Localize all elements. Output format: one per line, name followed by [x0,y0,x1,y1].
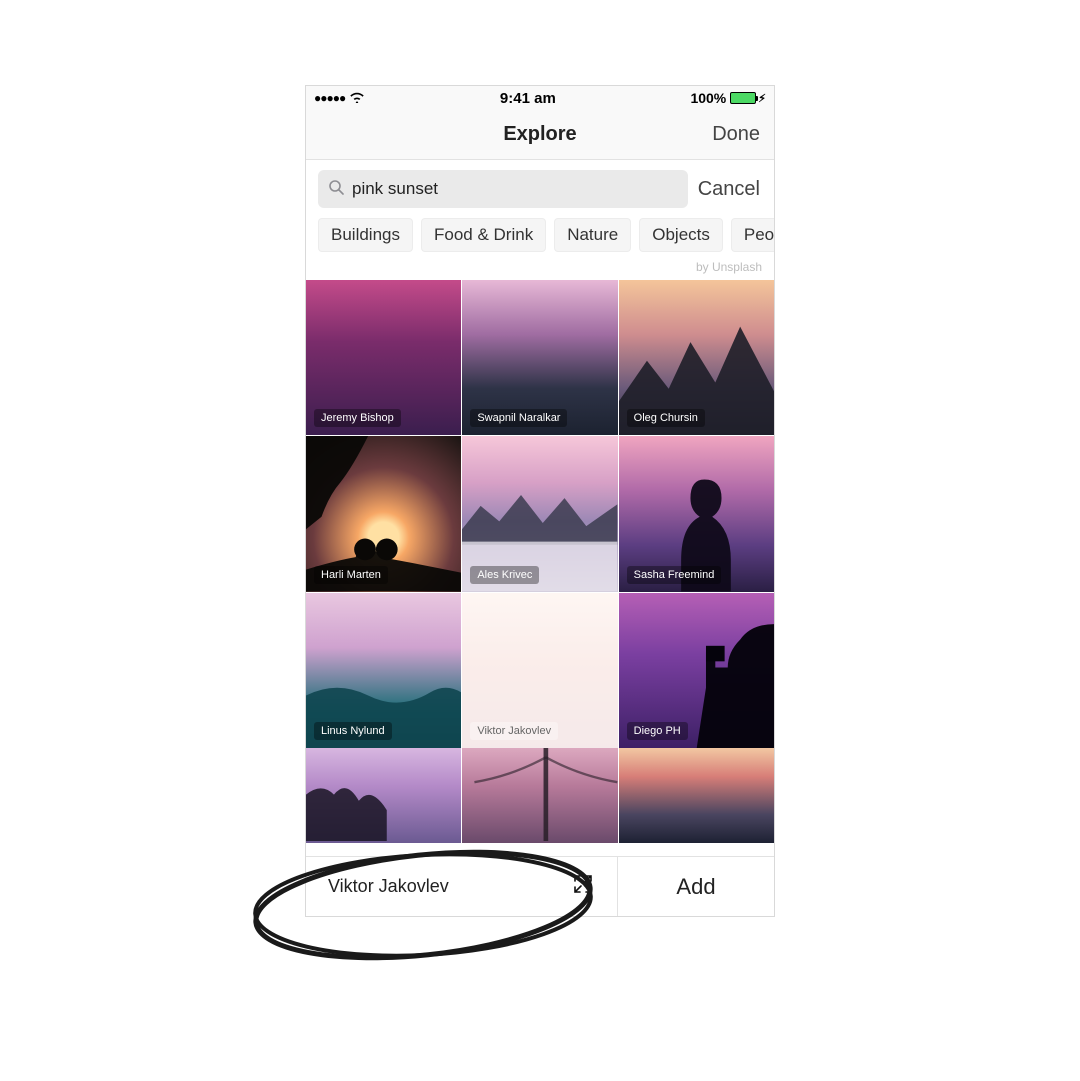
photo-credit: Ales Krivec [470,566,539,584]
chip-objects[interactable]: Objects [639,218,723,252]
done-button[interactable]: Done [712,123,760,146]
photo-credit: Harli Marten [314,566,388,584]
search-row: Cancel [306,160,774,216]
chip-food-drink[interactable]: Food & Drink [421,218,546,252]
category-chips: Buildings Food & Drink Nature Objects Pe… [306,216,774,254]
photo-tile[interactable]: Jeremy Bishop [306,280,461,435]
photo-credit: Linus Nylund [314,722,392,740]
search-input[interactable] [352,179,678,199]
search-box[interactable] [318,170,688,208]
expand-icon[interactable] [571,872,595,901]
photo-tile[interactable]: Swapnil Naralkar [462,280,617,435]
photo-tile[interactable]: Sasha Freemind [619,436,774,591]
photo-credit: Swapnil Naralkar [470,409,567,427]
photo-tile[interactable]: Linus Nylund [306,593,461,748]
status-time: 9:41 am [500,90,556,107]
add-button[interactable]: Add [618,857,774,916]
bottom-bar: Viktor Jakovlev Add [306,856,774,916]
chip-buildings[interactable]: Buildings [318,218,413,252]
search-icon [328,179,344,200]
chip-people[interactable]: People [731,218,774,252]
photo-tile[interactable]: Harli Marten [306,436,461,591]
photo-tile[interactable] [619,748,774,843]
photo-credit: Diego PH [627,722,688,740]
photo-grid-row4 [306,748,774,843]
phone-frame: ●●●●● 9:41 am 100% ⚡︎ Explore Done Cance… [305,85,775,917]
photo-tile-selected[interactable]: Viktor Jakovlev [462,593,617,748]
signal-dots-icon: ●●●●● [314,91,345,105]
attribution-label: by Unsplash [306,254,774,280]
chip-nature[interactable]: Nature [554,218,631,252]
battery-icon [730,92,756,104]
wifi-icon [349,90,365,107]
photo-credit: Viktor Jakovlev [470,722,558,740]
photo-credit: Sasha Freemind [627,566,722,584]
selected-photo-name: Viktor Jakovlev [328,876,449,897]
photo-tile[interactable] [462,748,617,843]
selected-preview[interactable]: Viktor Jakovlev [306,857,618,916]
photo-tile[interactable]: Diego PH [619,593,774,748]
photo-tile[interactable]: Oleg Chursin [619,280,774,435]
status-left: ●●●●● [314,90,365,107]
cancel-button[interactable]: Cancel [698,178,762,201]
photo-credit: Jeremy Bishop [314,409,401,427]
nav-bar: Explore Done [306,110,774,160]
status-right: 100% ⚡︎ [690,90,766,106]
page-title: Explore [503,123,576,146]
status-bar: ●●●●● 9:41 am 100% ⚡︎ [306,86,774,110]
charging-icon: ⚡︎ [758,92,766,105]
photo-tile[interactable]: Ales Krivec [462,436,617,591]
photo-tile[interactable] [306,748,461,843]
photo-credit: Oleg Chursin [627,409,705,427]
photo-grid: Jeremy Bishop Swapnil Naralkar Oleg Chur… [306,280,774,748]
battery-percent: 100% [690,90,726,106]
